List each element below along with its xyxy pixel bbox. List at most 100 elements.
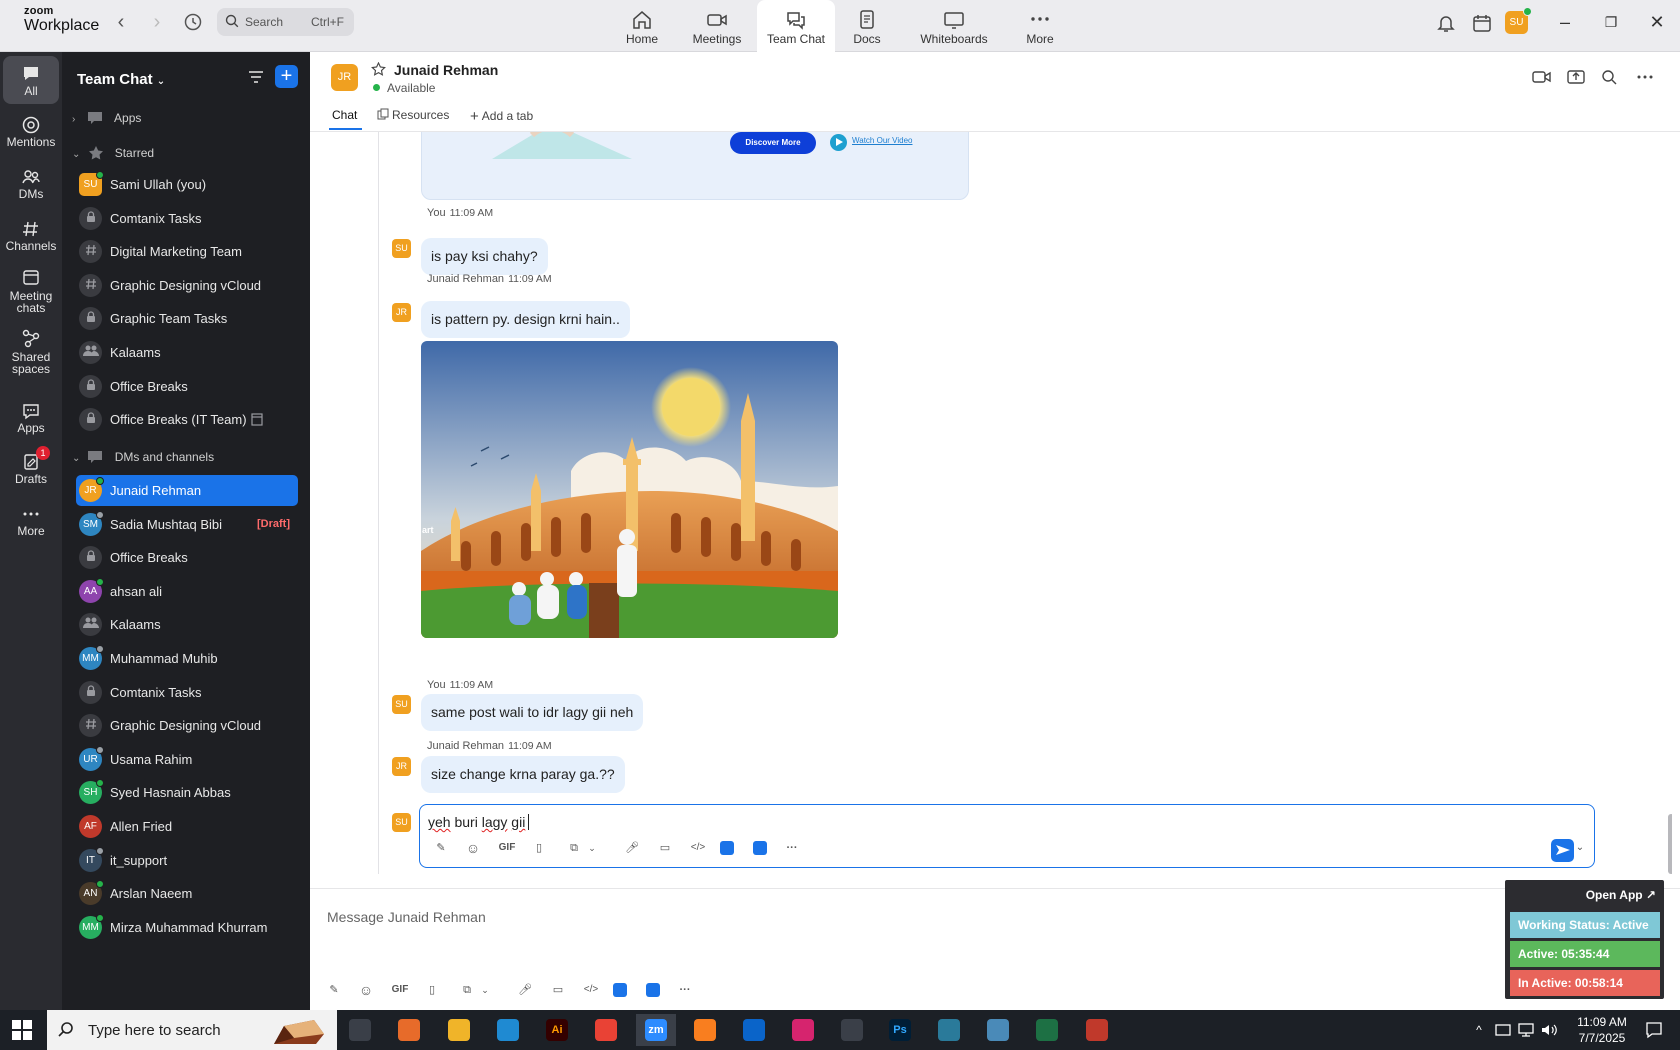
app-icon-blue[interactable] — [613, 983, 627, 997]
watch-video-link[interactable]: Watch Our Video — [852, 136, 912, 145]
tab-home[interactable]: Home — [603, 0, 681, 52]
tab-team-chat[interactable]: Team Chat — [757, 0, 835, 52]
restore-button[interactable]: ❐ — [1596, 10, 1626, 34]
sidebar-item[interactable]: Comtanix Tasks — [76, 203, 298, 234]
sidebar-item[interactable]: Comtanix Tasks — [76, 677, 298, 708]
gif-icon[interactable]: GIF — [498, 839, 516, 857]
rail-item-dms[interactable]: DMs — [3, 167, 59, 201]
taskbar-app-xampp[interactable] — [685, 1014, 725, 1046]
network-icon[interactable] — [1517, 1021, 1535, 1039]
sidebar-item[interactable]: Graphic Team Tasks — [76, 303, 298, 334]
tray-app-icon[interactable] — [1494, 1021, 1512, 1039]
sidebar-item[interactable]: Digital Marketing Team — [76, 236, 298, 267]
more-options-icon[interactable]: ··· — [676, 981, 694, 999]
calendar-icon[interactable] — [1471, 12, 1493, 34]
message-bubble[interactable]: size change krna paray ga.?? — [421, 756, 625, 793]
file-icon[interactable]: ▯ — [423, 981, 441, 999]
sender-avatar[interactable]: SU — [392, 239, 411, 258]
tab-resources[interactable]: Resources — [377, 108, 449, 122]
shared-image[interactable]: art — [421, 341, 838, 638]
sidebar-item[interactable]: SH Syed Hasnain Abbas — [76, 777, 298, 808]
taskbar-app-creative-cloud[interactable] — [783, 1014, 823, 1046]
format-text-icon[interactable]: ✎ — [325, 981, 343, 999]
section-apps[interactable]: › Apps — [72, 111, 141, 131]
taskbar-app-illustrator[interactable]: Ai — [537, 1014, 577, 1046]
section-starred[interactable]: ⌄ Starred — [72, 146, 154, 166]
sidebar-item[interactable]: SU Sami Ullah (you) — [76, 169, 298, 200]
sidebar-item[interactable]: UR Usama Rahim — [76, 744, 298, 775]
screenshot-icon[interactable]: ⧉ — [565, 839, 583, 857]
taskbar-app-task-view[interactable] — [340, 1014, 380, 1046]
minimize-button[interactable]: – — [1550, 10, 1580, 34]
gif-icon[interactable]: GIF — [391, 981, 409, 999]
rail-item-channels[interactable]: Channels — [3, 219, 59, 253]
search-icon[interactable] — [1600, 69, 1620, 85]
sidebar-item[interactable]: Graphic Designing vCloud — [76, 710, 298, 741]
taskbar-app-pen-tool[interactable] — [832, 1014, 872, 1046]
code-snippet-icon[interactable]: </> — [689, 839, 707, 857]
discover-more-button[interactable]: Discover More — [730, 132, 816, 154]
sidebar-item[interactable]: Office Breaks (IT Team) — [76, 404, 298, 435]
taskbar-app-file-explorer[interactable] — [439, 1014, 479, 1046]
microphone-icon[interactable]: 🎤︎ — [516, 981, 534, 999]
rail-item-meeting-chats[interactable]: Meeting chats — [3, 267, 59, 314]
taskbar-search-input[interactable]: Type here to search — [47, 1010, 337, 1050]
taskbar-app-outlook[interactable] — [734, 1014, 774, 1046]
sidebar-item[interactable]: JR Junaid Rehman — [76, 475, 298, 506]
more-options-icon[interactable]: ··· — [783, 839, 801, 857]
sidebar-item[interactable]: Office Breaks — [76, 371, 298, 402]
sender-avatar[interactable]: SU — [392, 695, 411, 714]
team-chat-dropdown[interactable]: Team Chat ⌄ — [77, 71, 165, 88]
rail-item-all[interactable]: All — [3, 56, 59, 104]
code-snippet-icon[interactable]: </> — [582, 981, 600, 999]
taskbar-app-zoom[interactable]: zm — [636, 1014, 676, 1046]
forward-arrow-icon[interactable]: › — [146, 12, 168, 34]
user-avatar[interactable]: SU — [1505, 7, 1532, 34]
tab-docs[interactable]: Docs — [828, 0, 906, 52]
rail-item-mentions[interactable]: Mentions — [3, 115, 59, 149]
add-tab-button[interactable]: + Add a tab — [470, 108, 533, 125]
new-chat-button[interactable]: + — [275, 65, 298, 88]
taskbar-app-firefox[interactable] — [389, 1014, 429, 1046]
volume-icon[interactable] — [1540, 1021, 1558, 1039]
history-icon[interactable] — [182, 11, 204, 33]
message-bubble[interactable]: is pattern py. design krni hain.. — [421, 301, 630, 338]
sidebar-item[interactable]: IT it_support — [76, 845, 298, 876]
screenshot-icon[interactable]: ⧉ — [458, 981, 476, 999]
tab-meetings[interactable]: Meetings — [678, 0, 756, 52]
reply-input-text[interactable]: yeh buri lagy gii — [428, 814, 530, 830]
chevron-down-icon[interactable]: ⌄ — [476, 981, 494, 999]
notification-bell-icon[interactable] — [1435, 12, 1457, 34]
notification-center-icon[interactable] — [1644, 1020, 1664, 1040]
windows-start-icon[interactable] — [12, 1020, 32, 1040]
filter-icon[interactable] — [247, 68, 265, 86]
tab-whiteboards[interactable]: Whiteboards — [915, 0, 993, 52]
tab-chat[interactable]: Chat — [332, 108, 357, 122]
sidebar-item[interactable]: Graphic Designing vCloud — [76, 270, 298, 301]
sender-avatar[interactable]: JR — [392, 303, 411, 322]
video-message-icon[interactable]: ▭ — [549, 981, 567, 999]
section-dms-and-channels[interactable]: ⌄ DMs and channels — [72, 450, 214, 470]
chevron-down-icon[interactable]: ⌄ — [583, 839, 601, 857]
sidebar-item[interactable]: MM Mirza Muhammad Khurram — [76, 912, 298, 943]
video-message-icon[interactable]: ▭ — [656, 839, 674, 857]
app-icon-chat[interactable] — [753, 841, 767, 855]
send-options-chevron-icon[interactable]: ⌄ — [1571, 839, 1589, 857]
message-placeholder[interactable]: Message Junaid Rehman — [327, 909, 486, 925]
sidebar-item[interactable]: Kalaams — [76, 337, 298, 368]
rail-item-shared-spaces[interactable]: Shared spaces — [3, 328, 59, 375]
star-icon[interactable] — [371, 62, 386, 77]
taskbar-app-excel[interactable] — [1027, 1014, 1067, 1046]
taskbar-app-vscode[interactable] — [488, 1014, 528, 1046]
message-bubble[interactable]: is pay ksi chahy? — [421, 238, 548, 275]
sidebar-item[interactable]: AN Arslan Naeem — [76, 878, 298, 909]
main-composer[interactable]: Message Junaid Rehman ✎ ☺ GIF ▯ ⧉ ⌄ 🎤︎ ▭… — [310, 888, 1680, 1010]
message-bubble[interactable]: same post wali to idr lagy gii neh — [421, 694, 644, 731]
open-app-button[interactable]: Open App ↗ — [1586, 888, 1656, 902]
sidebar-item[interactable]: Office Breaks — [76, 542, 298, 573]
chevron-up-icon[interactable]: ^ — [1470, 1021, 1488, 1039]
app-icon-blue[interactable] — [720, 841, 734, 855]
video-call-icon[interactable] — [1532, 69, 1552, 85]
contact-name[interactable]: Junaid Rehman — [394, 62, 498, 78]
taskbar-app-chrome[interactable] — [586, 1014, 626, 1046]
